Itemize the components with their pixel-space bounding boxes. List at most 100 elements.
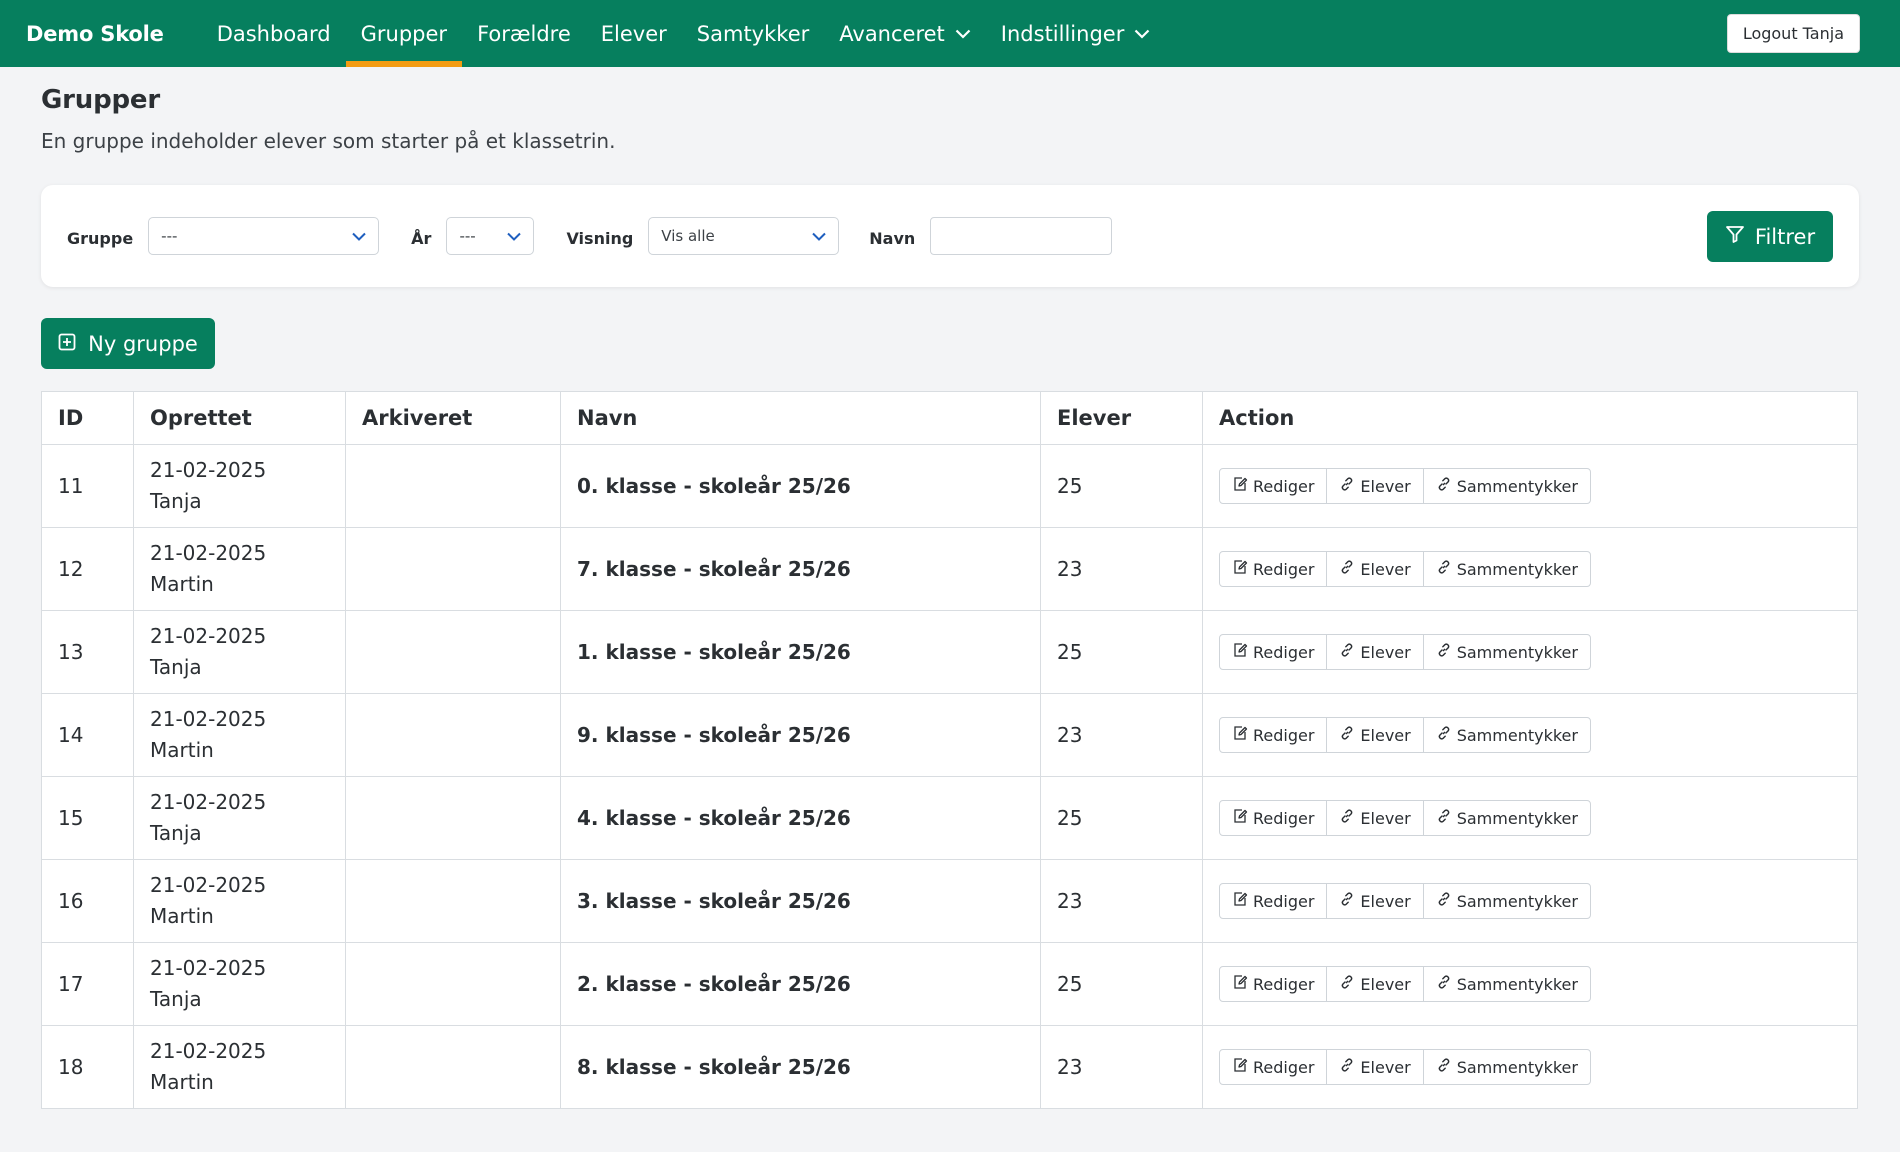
row-students-count: 25 xyxy=(1040,610,1203,694)
link-icon xyxy=(1436,808,1457,828)
consents-link-label: Sammentykker xyxy=(1456,891,1578,911)
row-students-count: 23 xyxy=(1040,693,1203,777)
edit-button[interactable]: Rediger xyxy=(1220,635,1328,669)
row-created: 21-02-2025 Tanja xyxy=(133,610,346,694)
nav-item-forældre[interactable]: Forældre xyxy=(462,0,586,67)
link-icon xyxy=(1436,725,1457,745)
row-actions: Rediger Elever Sammentykker xyxy=(1202,444,1858,528)
row-created-by: Martin xyxy=(150,904,214,928)
action-button-group: Rediger Elever Sammentykker xyxy=(1219,966,1591,1002)
edit-button-label: Rediger xyxy=(1253,725,1315,745)
students-link-button[interactable]: Elever xyxy=(1327,635,1424,669)
edit-button-label: Rediger xyxy=(1253,559,1315,579)
edit-button[interactable]: Rediger xyxy=(1220,552,1328,586)
new-group-button-label: Ny gruppe xyxy=(88,331,198,356)
row-name: 0. klasse - skoleår 25/26 xyxy=(560,444,1041,528)
brand-logo[interactable]: Demo Skole xyxy=(26,0,164,67)
link-icon xyxy=(1339,974,1360,994)
consents-link-label: Sammentykker xyxy=(1456,725,1578,745)
consents-link-button[interactable]: Sammentykker xyxy=(1424,469,1590,503)
logout-button[interactable]: Logout Tanja xyxy=(1726,14,1860,53)
row-archived xyxy=(345,776,561,860)
nav-item-elever[interactable]: Elever xyxy=(586,0,682,67)
row-archived xyxy=(345,693,561,777)
column-header-elever[interactable]: Elever xyxy=(1040,391,1203,445)
students-link-button[interactable]: Elever xyxy=(1327,718,1424,752)
column-header-navn[interactable]: Navn xyxy=(560,391,1041,445)
students-link-label: Elever xyxy=(1360,642,1411,662)
row-created-date: 21-02-2025 xyxy=(150,707,267,731)
consents-link-button[interactable]: Sammentykker xyxy=(1424,718,1590,752)
chevron-down-icon xyxy=(955,29,971,39)
consents-link-label: Sammentykker xyxy=(1456,642,1578,662)
students-link-button[interactable]: Elever xyxy=(1327,469,1424,503)
row-students-count: 25 xyxy=(1040,776,1203,860)
gruppe-select-value: --- xyxy=(161,227,178,245)
edit-icon xyxy=(1232,725,1253,745)
edit-button[interactable]: Rediger xyxy=(1220,718,1328,752)
column-header-oprettet[interactable]: Oprettet xyxy=(133,391,346,445)
row-created: 21-02-2025 Martin xyxy=(133,693,346,777)
nav-item-dashboard[interactable]: Dashboard xyxy=(202,0,346,67)
table-row: 13 21-02-2025 Tanja 1. klasse - skoleår 25/… xyxy=(41,610,1858,694)
students-link-button[interactable]: Elever xyxy=(1327,967,1424,1001)
aar-label: År xyxy=(411,228,432,248)
navn-input[interactable] xyxy=(930,217,1113,255)
page-subtitle: En gruppe indeholder elever som starter … xyxy=(41,129,616,153)
link-icon xyxy=(1339,559,1360,579)
link-icon xyxy=(1339,725,1360,745)
nav-item-grupper[interactable]: Grupper xyxy=(345,0,463,67)
column-header-id[interactable]: ID xyxy=(41,391,134,445)
aar-select[interactable]: --- xyxy=(446,217,535,255)
students-link-button[interactable]: Elever xyxy=(1327,884,1424,918)
chevron-down-icon xyxy=(812,227,826,245)
table-row: 14 21-02-2025 Martin 9. klasse - skoleår 25… xyxy=(41,693,1858,777)
action-button-group: Rediger Elever Sammentykker xyxy=(1219,634,1591,670)
students-link-button[interactable]: Elever xyxy=(1327,1050,1424,1084)
row-students-count: 23 xyxy=(1040,859,1203,943)
gruppe-label: Gruppe xyxy=(67,228,134,248)
consents-link-button[interactable]: Sammentykker xyxy=(1424,552,1590,586)
link-icon xyxy=(1436,974,1457,994)
edit-button[interactable]: Rediger xyxy=(1220,801,1328,835)
nav-item-label: Avanceret xyxy=(839,21,945,46)
edit-icon xyxy=(1232,974,1253,994)
table-row: 11 21-02-2025 Tanja 0. klasse - skoleår 25/… xyxy=(41,444,1858,528)
row-actions: Rediger Elever Sammentykker xyxy=(1202,610,1858,694)
visning-select[interactable]: Vis alle xyxy=(648,217,840,255)
consents-link-button[interactable]: Sammentykker xyxy=(1424,801,1590,835)
groups-table: ID Oprettet Arkiveret Navn Elever Action… xyxy=(41,391,1858,1109)
students-link-button[interactable]: Elever xyxy=(1327,801,1424,835)
edit-button-label: Rediger xyxy=(1253,808,1315,828)
row-archived xyxy=(345,444,561,528)
table-row: 15 21-02-2025 Tanja 4. klasse - skoleår 25/… xyxy=(41,776,1858,860)
row-created: 21-02-2025 Tanja xyxy=(133,776,346,860)
gruppe-select[interactable]: --- xyxy=(148,217,380,255)
new-group-button[interactable]: Ny gruppe xyxy=(41,318,215,369)
students-link-button[interactable]: Elever xyxy=(1327,552,1424,586)
edit-button[interactable]: Rediger xyxy=(1220,884,1328,918)
row-id: 14 xyxy=(41,693,134,777)
consents-link-button[interactable]: Sammentykker xyxy=(1424,884,1590,918)
link-icon xyxy=(1339,476,1360,496)
link-icon xyxy=(1339,891,1360,911)
edit-button[interactable]: Rediger xyxy=(1220,469,1328,503)
edit-button-label: Rediger xyxy=(1253,1057,1315,1077)
consents-link-button[interactable]: Sammentykker xyxy=(1424,1050,1590,1084)
nav-item-avanceret[interactable]: Avanceret xyxy=(824,0,986,67)
nav-item-label: Grupper xyxy=(360,21,448,46)
row-id: 15 xyxy=(41,776,134,860)
nav-item-samtykker[interactable]: Samtykker xyxy=(682,0,824,67)
row-id: 18 xyxy=(41,1025,134,1109)
column-header-arkiveret[interactable]: Arkiveret xyxy=(345,391,561,445)
nav-item-indstillinger[interactable]: Indstillinger xyxy=(986,0,1166,67)
edit-button[interactable]: Rediger xyxy=(1220,967,1328,1001)
filter-icon xyxy=(1725,224,1755,249)
row-archived xyxy=(345,527,561,611)
row-created: 21-02-2025 Martin xyxy=(133,859,346,943)
students-link-label: Elever xyxy=(1360,725,1411,745)
edit-button[interactable]: Rediger xyxy=(1220,1050,1328,1084)
consents-link-button[interactable]: Sammentykker xyxy=(1424,967,1590,1001)
consents-link-button[interactable]: Sammentykker xyxy=(1424,635,1590,669)
filter-button[interactable]: Filtrer xyxy=(1707,211,1833,262)
